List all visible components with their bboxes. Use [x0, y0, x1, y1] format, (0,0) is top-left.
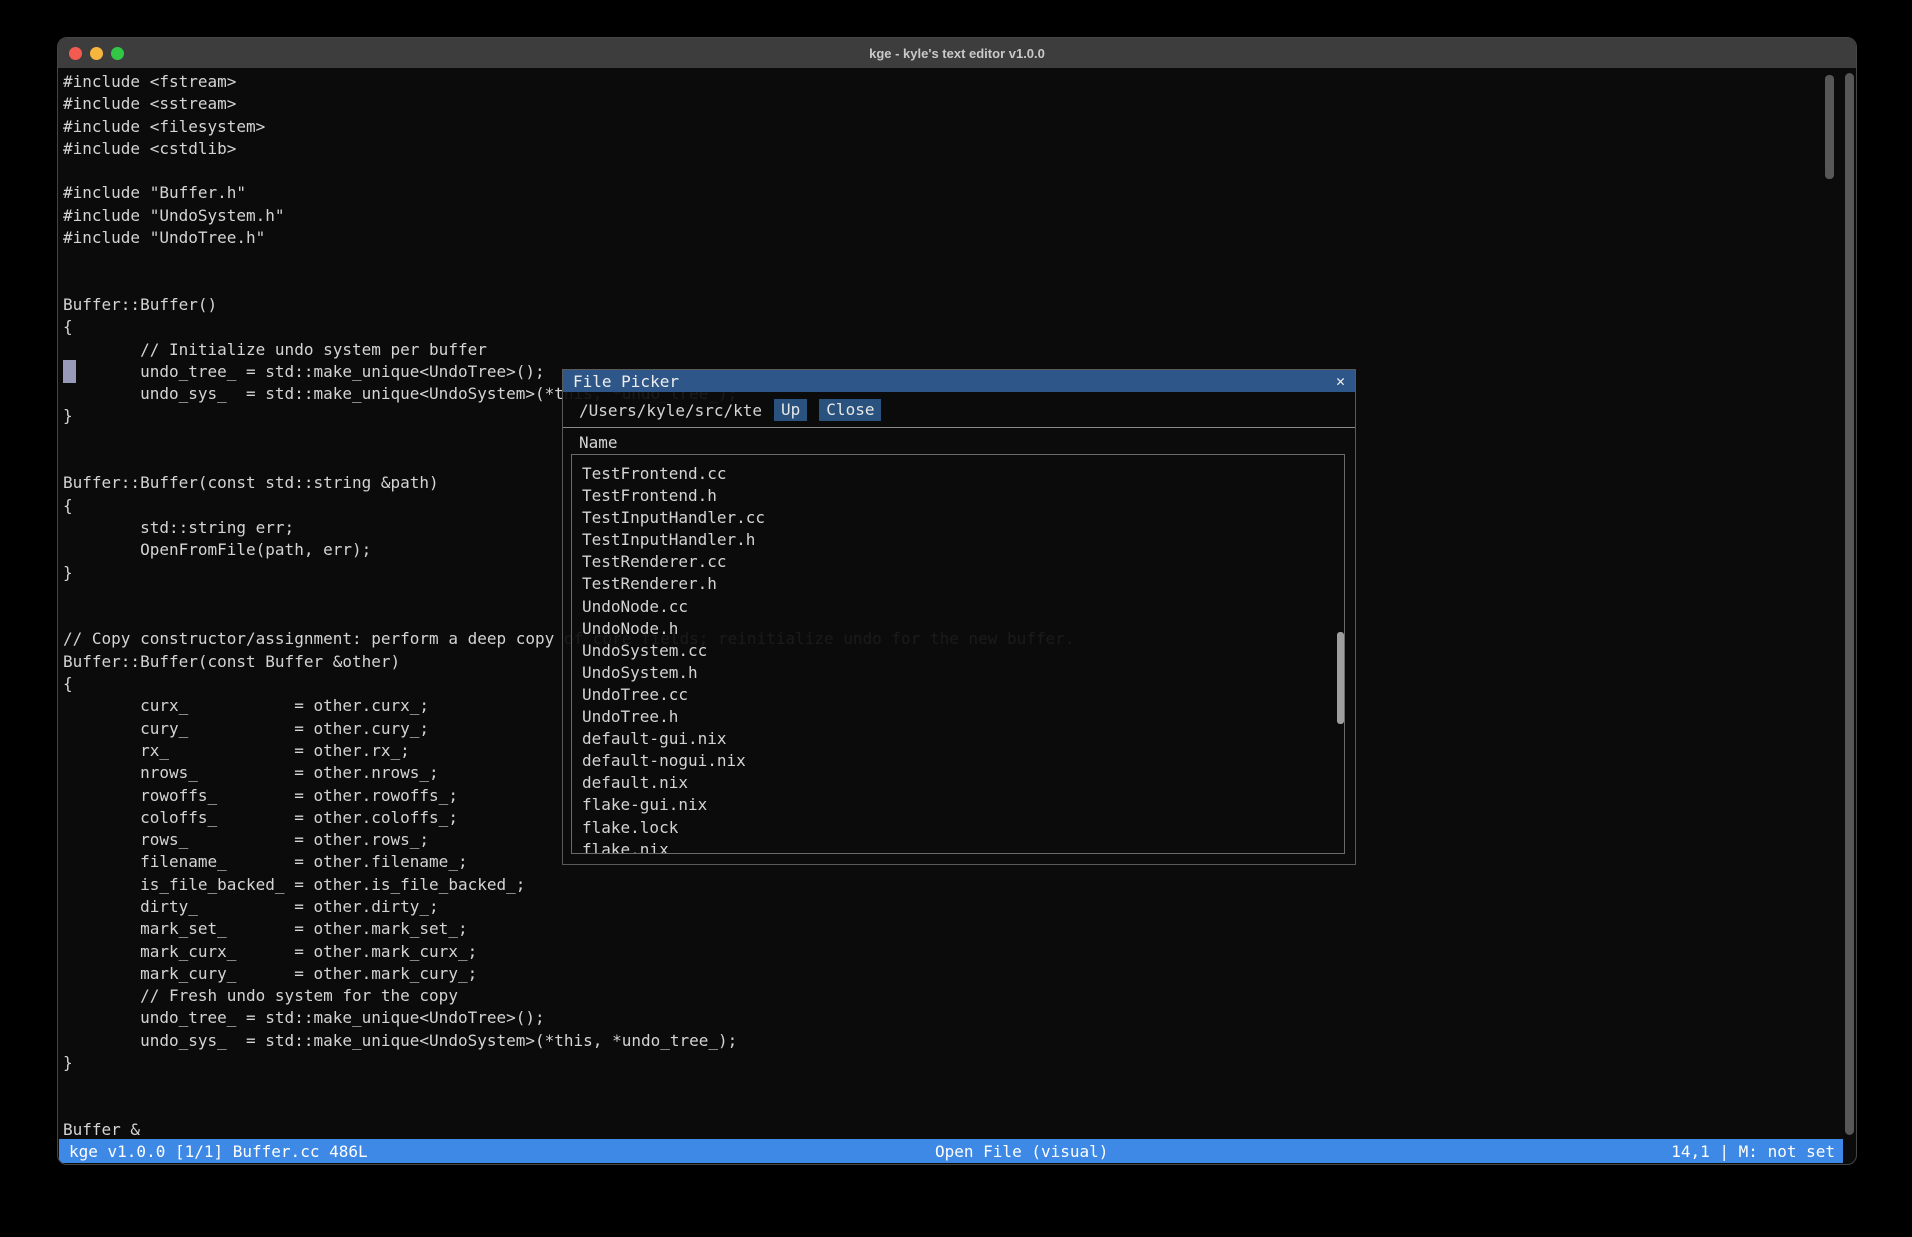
status-bar: kge v1.0.0 [1/1] Buffer.cc 486L Open Fil…	[59, 1139, 1843, 1163]
traffic-lights	[58, 47, 124, 60]
text-cursor	[63, 360, 76, 383]
window-scrollbar[interactable]	[1845, 73, 1854, 1135]
file-list-item[interactable]: UndoNode.h	[582, 618, 1344, 640]
file-list-item[interactable]: default-gui.nix	[582, 728, 1344, 750]
file-picker-title: File Picker	[573, 372, 679, 391]
dialog-separator	[563, 427, 1355, 428]
file-list-scrollbar-thumb[interactable]	[1337, 632, 1344, 724]
zoom-window-button[interactable]	[111, 47, 124, 60]
file-list-item[interactable]: TestRenderer.cc	[582, 551, 1344, 573]
window-title: kge - kyle's text editor v1.0.0	[58, 46, 1856, 61]
file-list-item[interactable]: default.nix	[582, 772, 1344, 794]
status-cursor-position: 14,1 | M: not set	[1671, 1142, 1835, 1161]
file-list-item[interactable]: UndoTree.cc	[582, 684, 1344, 706]
status-mode: Open File (visual)	[935, 1142, 1108, 1161]
file-list-item[interactable]: UndoSystem.h	[582, 662, 1344, 684]
file-list-item[interactable]: UndoTree.h	[582, 706, 1344, 728]
editor-scrollbar-thumb[interactable]	[1825, 75, 1834, 179]
status-file-info: kge v1.0.0 [1/1] Buffer.cc 486L	[69, 1142, 368, 1161]
name-column-header: Name	[579, 433, 618, 452]
close-icon[interactable]: ✕	[1336, 370, 1345, 392]
current-path: /Users/kyle/src/kte	[579, 401, 762, 420]
minimize-window-button[interactable]	[90, 47, 103, 60]
close-window-button[interactable]	[69, 47, 82, 60]
file-list-item[interactable]: flake.nix	[582, 839, 1344, 854]
file-list-item[interactable]: TestInputHandler.cc	[582, 507, 1344, 529]
window-titlebar[interactable]: kge - kyle's text editor v1.0.0	[58, 38, 1856, 68]
file-list-item[interactable]: UndoNode.cc	[582, 596, 1344, 618]
path-row: /Users/kyle/src/kte Up Close	[579, 398, 881, 422]
file-list-item[interactable]: TestFrontend.cc	[582, 463, 1344, 485]
file-list-item[interactable]: UndoSystem.cc	[582, 640, 1344, 662]
file-list-item[interactable]: default-nogui.nix	[582, 750, 1344, 772]
file-list-item[interactable]: TestFrontend.h	[582, 485, 1344, 507]
file-list-item[interactable]: flake-gui.nix	[582, 794, 1344, 816]
up-button[interactable]: Up	[774, 399, 807, 421]
file-picker-titlebar[interactable]: File Picker ✕	[563, 370, 1355, 392]
file-list: TestFrontend.ccTestFrontend.hTestInputHa…	[571, 454, 1345, 854]
desktop-background: kge - kyle's text editor v1.0.0 #include…	[0, 0, 1912, 1237]
file-list-item[interactable]: TestRenderer.h	[582, 573, 1344, 595]
file-list-item[interactable]: TestInputHandler.h	[582, 529, 1344, 551]
file-list-item[interactable]: flake.lock	[582, 817, 1344, 839]
close-button[interactable]: Close	[819, 399, 881, 421]
file-picker-dialog: File Picker ✕ /Users/kyle/src/kte Up Clo…	[562, 369, 1356, 865]
